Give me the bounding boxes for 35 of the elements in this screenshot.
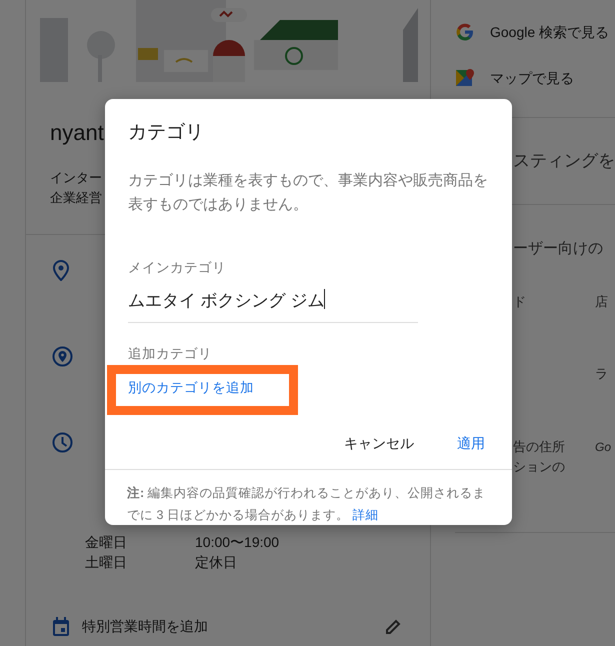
category-input[interactable]: ムエタイ ボクシング ジム <box>128 282 418 323</box>
heading-text: スティングを <box>513 150 615 172</box>
heading-text: ーザー向けの <box>513 238 604 258</box>
location-target-icon <box>52 346 73 367</box>
field-label: ド <box>513 293 527 311</box>
field-label: 追加カテゴリ <box>128 344 213 363</box>
field-label: 告の住所 <box>513 438 566 456</box>
add-category-link[interactable]: 別のカテゴリを追加 <box>128 378 254 398</box>
field-value: 店 <box>595 293 608 311</box>
field-value: Go <box>595 439 612 456</box>
map-pin-icon <box>455 68 475 88</box>
hours-text: 10:00〜19:00 <box>195 533 280 552</box>
dialog-button[interactable]: 適用 <box>457 429 485 458</box>
description-text: カテゴリは業種を表すもので、事業内容や販売商品を表すものではありません。 <box>128 171 489 215</box>
details-link[interactable]: 詳細 <box>352 508 378 522</box>
calendar-icon <box>52 616 70 636</box>
google-g-icon <box>455 22 475 42</box>
field-label: メインカテゴリ <box>128 259 227 277</box>
special-hours-text: 特別営業時間を追加 <box>82 617 209 636</box>
note-text: 注: 編集内容の品質確認が行われることがあり、公開されるまでに 3 日ほどかかる場合があります。 詳細 <box>126 485 487 524</box>
view-link[interactable]: Google 検索で見る <box>455 9 615 55</box>
field-value: ラ <box>595 365 608 383</box>
field-label: ションの <box>513 458 566 476</box>
edit-icon <box>384 618 402 636</box>
view-link[interactable]: マップで見る <box>455 55 615 101</box>
dialog-button[interactable]: キャンセル <box>344 429 414 458</box>
location-pin-icon <box>52 260 70 281</box>
clock-icon <box>52 432 73 453</box>
category-text: インター <box>50 169 102 187</box>
day-label: 土曜日 <box>85 553 128 572</box>
category-text: 企業経営 <box>50 189 102 207</box>
day-label: 金曜日 <box>85 533 128 552</box>
business-name: nyant <box>50 119 104 147</box>
dialog-title: カテゴリ <box>128 121 205 145</box>
hours-text: 定休日 <box>195 553 238 572</box>
